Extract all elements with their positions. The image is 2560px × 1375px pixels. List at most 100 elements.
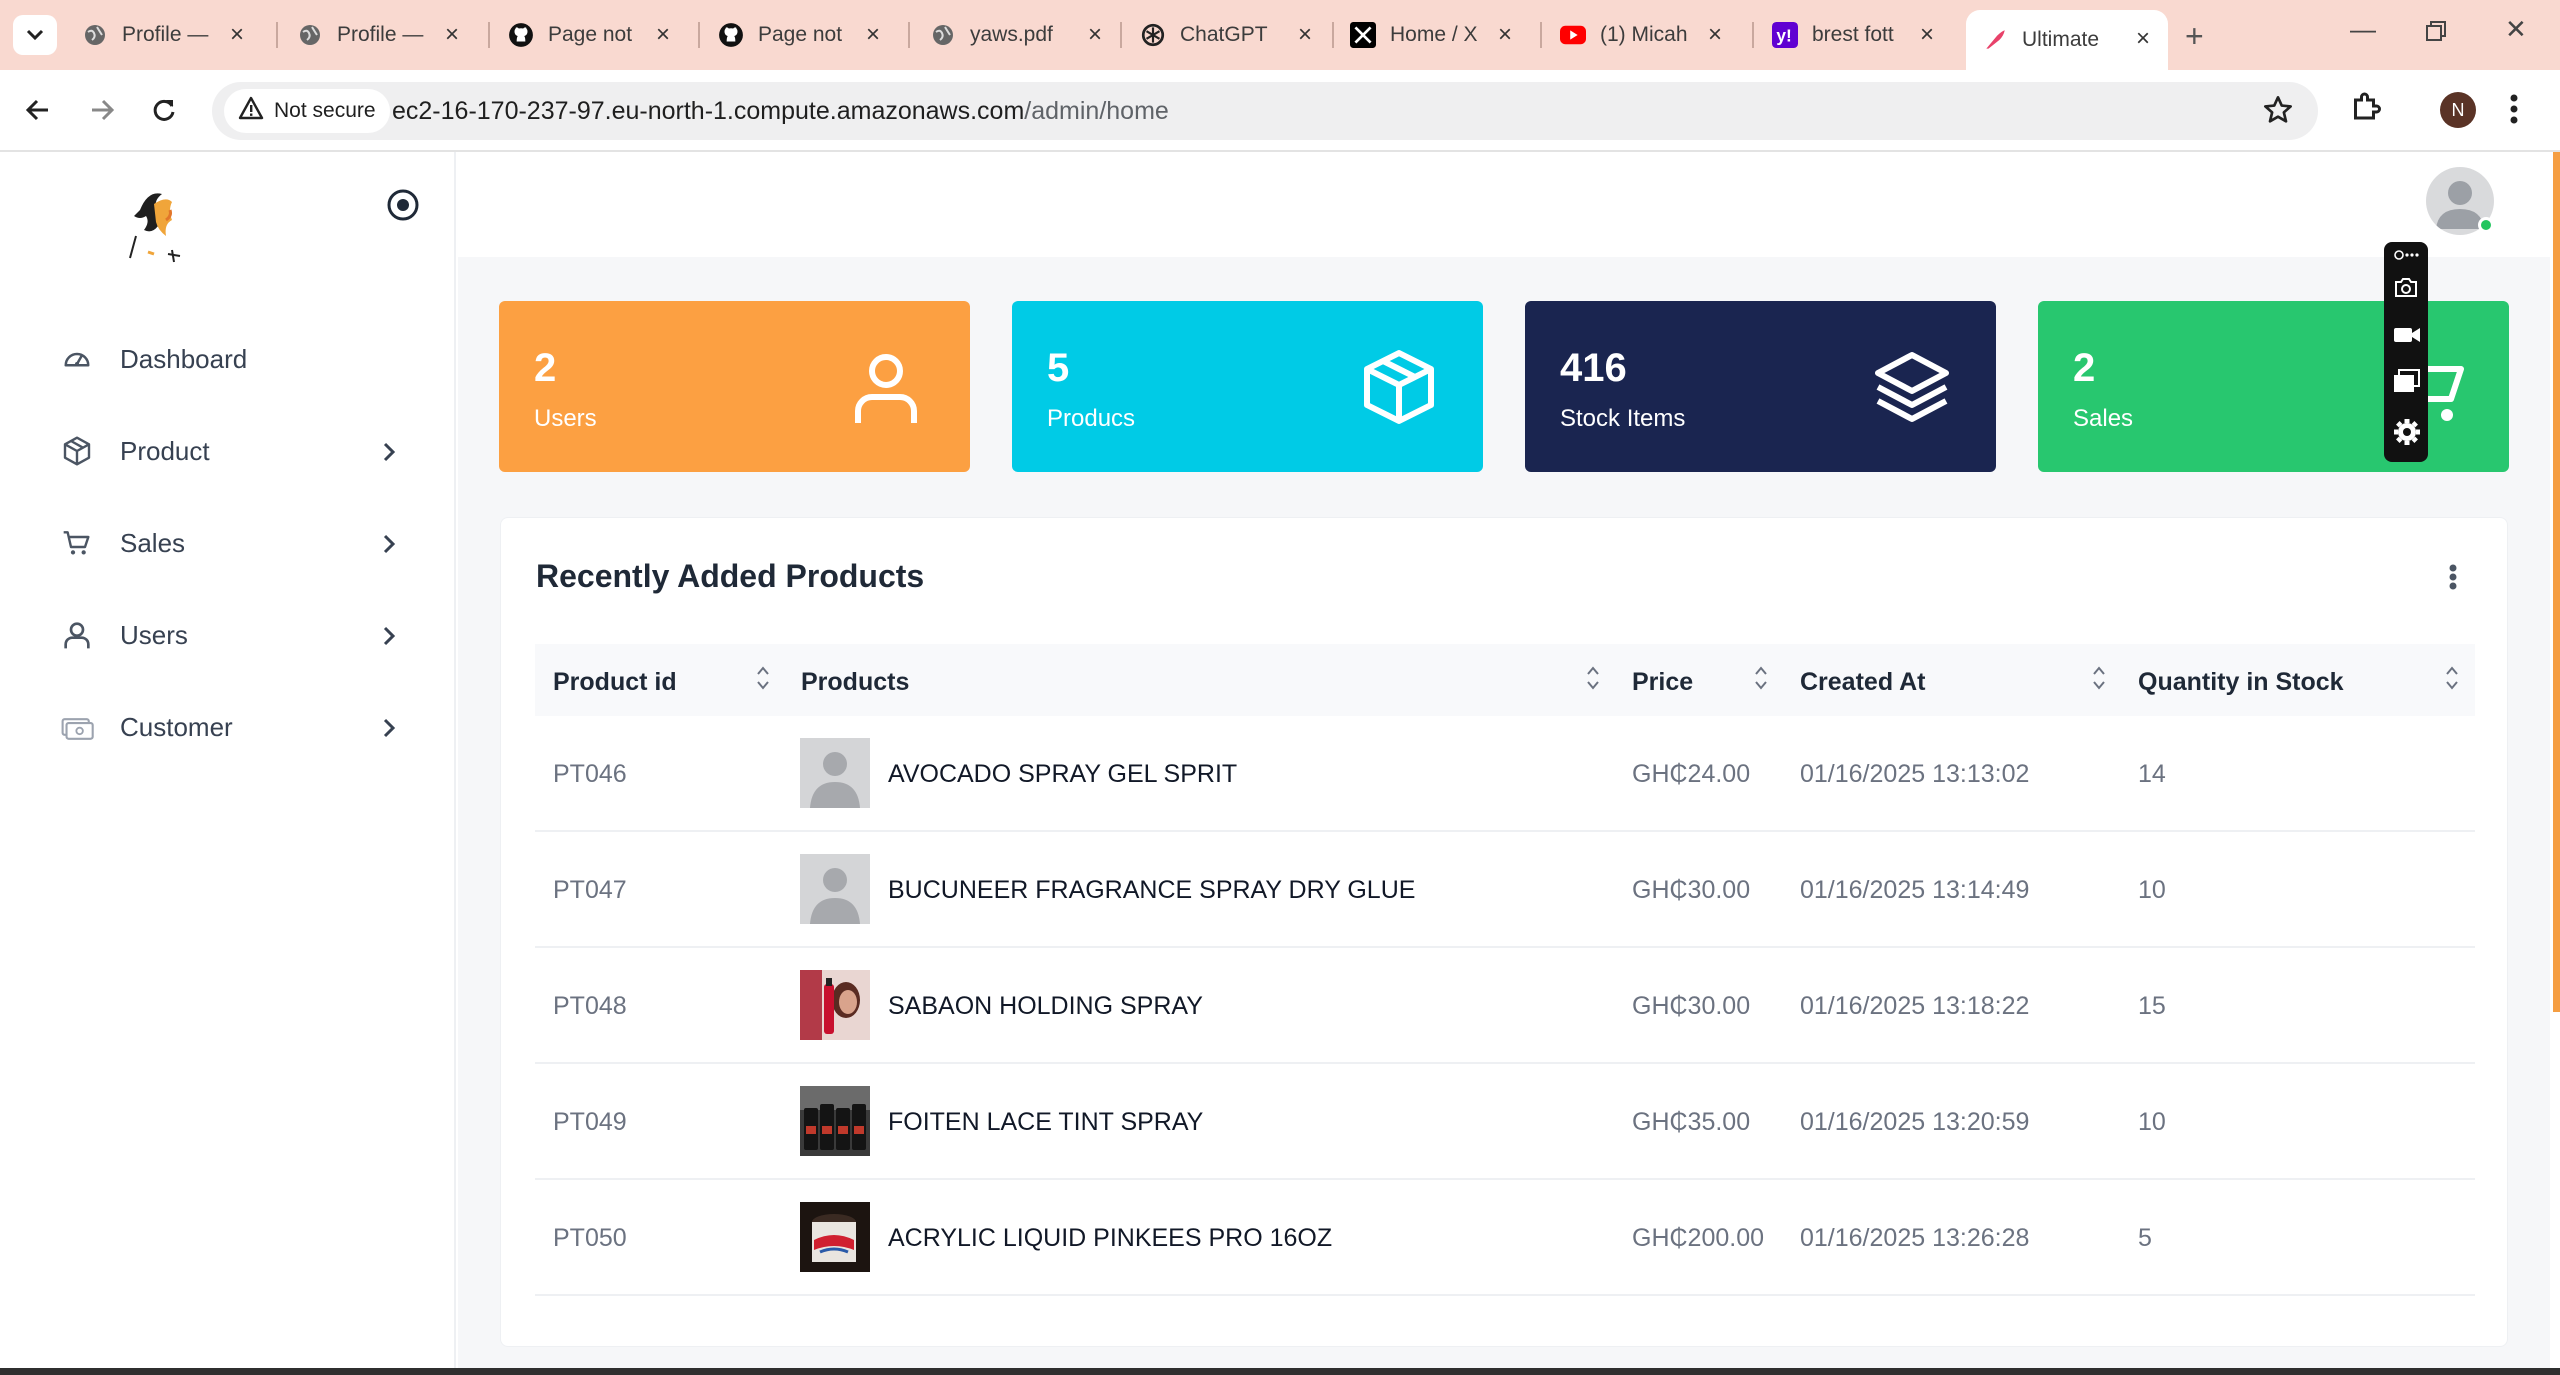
more-vertical-icon[interactable] <box>2447 562 2459 592</box>
windows-icon[interactable] <box>2393 368 2420 394</box>
cell-product-id: PT050 <box>553 1224 627 1252</box>
close-icon[interactable]: × <box>1084 21 1106 48</box>
sidebar-item-dashboard[interactable]: Dashboard <box>60 329 410 389</box>
browser-tab[interactable]: y! brest fott × <box>1772 12 1952 58</box>
column-header-price[interactable]: Price <box>1632 668 1693 697</box>
table-row[interactable]: PT050 ACRYLIC LIQUID PINKEES PRO 16OZ GH… <box>535 1180 2475 1296</box>
restore-button[interactable] <box>2425 18 2447 49</box>
globe-icon <box>82 22 108 48</box>
browser-tab[interactable]: yaws.pdf × <box>930 12 1120 58</box>
browser-menu-icon[interactable] <box>2508 90 2520 133</box>
column-header-products[interactable]: Products <box>801 668 909 697</box>
close-icon[interactable]: × <box>226 21 248 48</box>
forward-button[interactable] <box>82 90 122 130</box>
tab-title: Ultimate <box>2022 28 2100 51</box>
browser-tab[interactable]: Home / X × <box>1350 12 1530 58</box>
sidebar-item-customer[interactable]: Customer <box>60 697 410 757</box>
scrollbar[interactable] <box>2553 152 2560 1012</box>
browser-profile-avatar[interactable]: N <box>2440 92 2476 128</box>
gear-icon[interactable] <box>2393 418 2420 445</box>
sort-icon[interactable] <box>756 664 770 692</box>
product-thumbnail <box>800 738 870 808</box>
camera-icon[interactable] <box>2393 274 2419 300</box>
brand-logo[interactable] <box>110 180 194 264</box>
sort-icon[interactable] <box>1754 664 1768 692</box>
address-bar[interactable]: Not secure ec2-16-170-237-97.eu-north-1.… <box>212 82 2318 140</box>
cell-created-at: 01/16/2025 13:18:22 <box>1800 992 2030 1020</box>
chevron-right-icon <box>382 439 396 470</box>
stat-card-sales[interactable]: 2 Sales <box>2038 301 2509 472</box>
browser-tab[interactable]: Profile — × <box>297 12 477 58</box>
back-button[interactable] <box>18 90 58 130</box>
sidebar-toggle-button[interactable] <box>385 187 421 223</box>
stat-label: Users <box>534 405 597 432</box>
video-icon[interactable] <box>2393 322 2420 348</box>
close-icon[interactable]: × <box>1704 21 1726 48</box>
taskbar-edge <box>0 1368 2560 1375</box>
browser-tab[interactable]: Page not × <box>718 12 898 58</box>
user-icon <box>846 347 926 427</box>
browser-tab[interactable]: (1) Micah × <box>1560 12 1740 58</box>
close-window-button[interactable]: ✕ <box>2505 14 2527 45</box>
app-header <box>458 152 2560 257</box>
close-icon[interactable]: × <box>862 21 884 48</box>
sort-icon[interactable] <box>2092 664 2106 692</box>
stat-value: 5 <box>1047 346 1070 390</box>
cell-price: GH₵35.00 <box>1632 1108 1751 1136</box>
sidebar-item-label: Customer <box>120 711 233 742</box>
bookmark-star-icon[interactable] <box>2262 94 2294 131</box>
box-icon <box>1359 347 1439 427</box>
sidebar-item-label: Dashboard <box>120 343 248 374</box>
sidebar-item-product[interactable]: Product <box>60 421 410 481</box>
stat-card-products[interactable]: 5 Producs <box>1012 301 1483 472</box>
stat-label: Sales <box>2073 405 2134 432</box>
column-header-product-id[interactable]: Product id <box>553 668 677 697</box>
browser-tab[interactable]: Page not × <box>508 12 688 58</box>
close-icon[interactable]: × <box>1294 21 1316 48</box>
tab-separator <box>1752 22 1754 48</box>
url-host: ec2-16-170-237-97.eu-north-1.compute.ama… <box>392 97 1025 125</box>
close-icon[interactable]: × <box>1916 21 1938 48</box>
table-row[interactable]: PT048 SABAON HOLDING SPRAY GH₵30.00 01/1… <box>535 948 2475 1064</box>
browser-tab[interactable]: ChatGPT × <box>1140 12 1330 58</box>
browser-tab[interactable]: Profile — × <box>82 12 262 58</box>
close-icon[interactable]: × <box>1494 21 1516 48</box>
security-chip[interactable]: Not secure <box>224 89 390 133</box>
browser-tab-active[interactable]: Ultimate × <box>1966 10 2168 70</box>
chevron-down-icon <box>26 29 44 41</box>
stat-card-stock-items[interactable]: 416 Stock Items <box>1525 301 1996 472</box>
sidebar-item-users[interactable]: Users <box>60 605 410 665</box>
cell-product-id: PT046 <box>553 760 627 788</box>
table-header: Product id Products Price Created At Qua… <box>535 644 2475 716</box>
close-icon[interactable]: × <box>2132 25 2154 52</box>
new-tab-button[interactable]: + <box>2185 18 2204 55</box>
table-row[interactable]: PT047 BUCUNEER FRAGRANCE SPRAY DRY GLUE … <box>535 832 2475 948</box>
cell-price: GH₵200.00 <box>1632 1224 1765 1252</box>
url-path: /admin/home <box>1024 97 1169 125</box>
minimize-button[interactable]: — <box>2350 14 2376 45</box>
tab-search-button[interactable] <box>13 15 57 55</box>
reload-icon <box>153 99 175 121</box>
sort-icon[interactable] <box>2445 664 2459 692</box>
stat-card-users[interactable]: 2 Users <box>499 301 970 472</box>
online-status-dot <box>2478 217 2494 233</box>
table-row[interactable]: PT049 FOITEN LACE TINT SPRAY GH₵35.00 01… <box>535 1064 2475 1180</box>
column-header-created-at[interactable]: Created At <box>1800 668 1926 697</box>
table-row[interactable]: PT046 AVOCADO SPRAY GEL SPRIT GH₵24.00 0… <box>535 716 2475 832</box>
reload-button[interactable] <box>144 90 184 130</box>
more-icon[interactable] <box>2393 246 2419 264</box>
extensions-icon[interactable] <box>2348 88 2384 129</box>
sidebar-item-sales[interactable]: Sales <box>60 513 410 573</box>
close-icon[interactable]: × <box>441 21 463 48</box>
tab-title: Profile — <box>122 23 209 46</box>
feather-icon <box>1982 27 2008 53</box>
globe-icon <box>930 22 956 48</box>
column-header-quantity[interactable]: Quantity in Stock <box>2138 668 2344 697</box>
url-text[interactable]: ec2-16-170-237-97.eu-north-1.compute.ama… <box>392 97 1169 126</box>
sort-icon[interactable] <box>1586 664 1600 692</box>
cell-product-id: PT049 <box>553 1108 627 1136</box>
cell-product-id: PT048 <box>553 992 627 1020</box>
target-icon <box>387 189 419 221</box>
close-icon[interactable]: × <box>652 21 674 48</box>
security-label: Not secure <box>274 99 376 122</box>
